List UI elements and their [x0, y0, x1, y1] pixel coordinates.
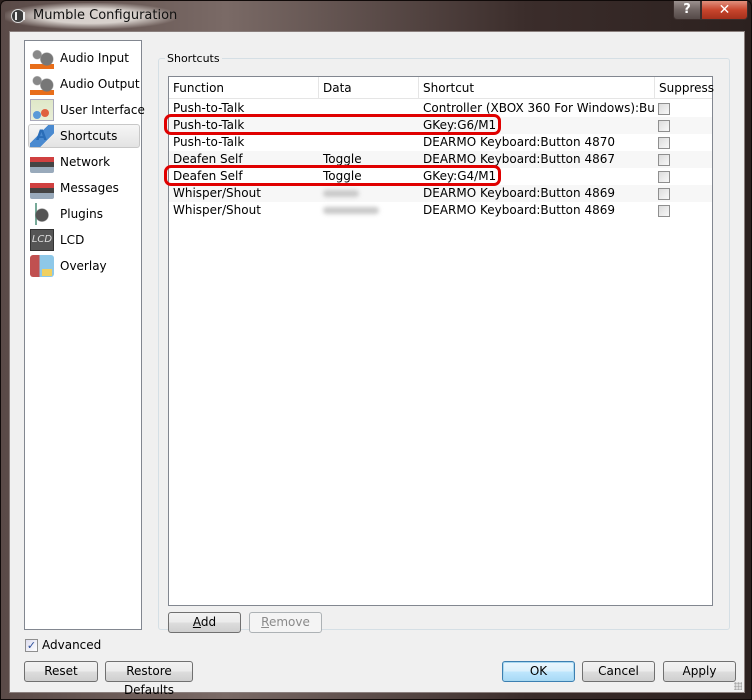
sidebar-item-shortcuts[interactable]: Shortcuts [28, 124, 140, 148]
shortcuts-group-title: Shortcuts [165, 52, 222, 65]
shortcuts-icon [30, 125, 54, 147]
help-button[interactable]: ? [673, 1, 701, 20]
shortcut-cell: Controller (XBOX 360 For Windows):Butto.… [423, 101, 655, 115]
table-row[interactable]: Push-to-Talk DEARMO Keyboard:Button 4870 [169, 134, 712, 151]
function-cell: Whisper/Shout [173, 186, 261, 200]
remove-button-label: Remove [261, 615, 310, 629]
add-button-label: Add [192, 615, 217, 629]
table-row[interactable]: Deafen Self Toggle DEARMO Keyboard:Button … [169, 151, 712, 168]
column-header-shortcut[interactable]: Shortcut [419, 77, 655, 99]
table-row[interactable]: Push-to-Talk Controller (XBOX 360 For Win… [169, 100, 712, 117]
sidebar-item-messages[interactable]: Messages [28, 176, 140, 200]
function-cell: Push-to-Talk [173, 135, 245, 149]
user-interface-icon [30, 99, 54, 121]
shortcut-cell: GKey:G6/M1 [423, 118, 497, 132]
suppress-checkbox[interactable] [658, 120, 670, 132]
suppress-checkbox[interactable] [658, 137, 670, 149]
settings-sidebar: Audio Input Audio Output User Interface Sho… [24, 40, 145, 630]
function-cell: Push-to-Talk [173, 118, 245, 132]
table-row[interactable]: Whisper/Shout DEARMO Keyboard:Button 4869 [169, 202, 712, 219]
table-header: Function Data Shortcut Suppress [169, 77, 714, 99]
overlay-icon [30, 255, 54, 277]
sidebar-item-label: Network [60, 155, 111, 169]
mumble-configuration-window: Mumble Configuration ? ✕ Audio Input Audi… [0, 0, 752, 700]
column-header-suppress[interactable]: Suppress [655, 77, 714, 99]
restore-defaults-button[interactable]: Restore Defaults [105, 661, 193, 697]
ok-button[interactable]: OK [502, 661, 575, 682]
sidebar-item-audio-input[interactable]: Audio Input [28, 46, 140, 70]
sidebar-item-user-interface[interactable]: User Interface [28, 98, 145, 122]
plugins-icon [30, 203, 54, 225]
sidebar-item-audio-output[interactable]: Audio Output [28, 72, 140, 96]
sidebar-item-label: Shortcuts [60, 129, 118, 143]
sidebar-item-label: Plugins [60, 207, 103, 221]
cancel-button[interactable]: Cancel [582, 661, 655, 682]
apply-button[interactable]: Apply [663, 661, 736, 682]
shortcut-cell: DEARMO Keyboard:Button 4869 [423, 203, 615, 217]
audio-output-icon [30, 73, 54, 95]
data-cell [319, 202, 419, 219]
sidebar-item-label: LCD [60, 233, 85, 247]
sidebar-item-label: User Interface [60, 103, 145, 117]
dialog-client-area: Audio Input Audio Output User Interface Sho… [9, 31, 745, 697]
remove-button[interactable]: Remove [249, 612, 322, 633]
close-button[interactable]: ✕ [701, 1, 748, 20]
table-row[interactable]: Push-to-Talk GKey:G6/M1 [169, 117, 712, 134]
advanced-checkbox[interactable]: ✓ [25, 639, 38, 652]
shortcut-cell: GKey:G4/M1 [423, 169, 497, 183]
suppress-checkbox[interactable] [658, 154, 670, 166]
sidebar-item-lcd[interactable]: LCD LCD [28, 228, 140, 252]
shortcut-cell: DEARMO Keyboard:Button 4867 [423, 152, 615, 166]
table-row[interactable]: Deafen Self Toggle GKey:G4/M1 [169, 168, 712, 185]
suppress-checkbox[interactable] [658, 103, 670, 115]
mumble-app-icon [11, 9, 25, 23]
data-cell [319, 117, 419, 134]
function-cell: Deafen Self [173, 152, 243, 166]
sidebar-item-label: Messages [60, 181, 119, 195]
function-cell: Push-to-Talk [173, 101, 245, 115]
shortcut-cell: DEARMO Keyboard:Button 4870 [423, 135, 615, 149]
suppress-checkbox[interactable] [658, 205, 670, 217]
data-cell [319, 100, 419, 117]
sidebar-item-network[interactable]: Network [28, 150, 140, 174]
suppress-checkbox[interactable] [658, 171, 670, 183]
function-cell: Deafen Self [173, 169, 243, 183]
sidebar-item-label: Overlay [60, 259, 107, 273]
messages-icon [30, 177, 54, 199]
data-cell: Toggle [323, 152, 362, 166]
column-header-data[interactable]: Data [319, 77, 419, 99]
redacted-value [323, 190, 359, 197]
sidebar-item-overlay[interactable]: Overlay [28, 254, 140, 278]
column-header-function[interactable]: Function [169, 77, 319, 99]
resize-grip[interactable] [734, 682, 742, 690]
add-button[interactable]: Add [168, 612, 241, 633]
shortcut-cell: DEARMO Keyboard:Button 4869 [423, 186, 615, 200]
audio-input-icon [30, 47, 54, 69]
data-cell: Toggle [323, 169, 362, 183]
lcd-icon: LCD [30, 229, 54, 251]
sidebar-item-label: Audio Input [60, 51, 129, 65]
data-cell [319, 185, 419, 202]
redacted-value [323, 207, 379, 214]
network-icon [30, 151, 54, 173]
sidebar-item-label: Audio Output [60, 77, 140, 91]
function-cell: Whisper/Shout [173, 203, 261, 217]
sidebar-item-plugins[interactable]: Plugins [28, 202, 140, 226]
window-title: Mumble Configuration [33, 8, 178, 23]
advanced-label: Advanced [42, 638, 102, 652]
reset-button[interactable]: Reset [24, 661, 98, 682]
suppress-checkbox[interactable] [658, 188, 670, 200]
title-bar[interactable]: Mumble Configuration ? ✕ [1, 1, 751, 31]
shortcuts-table[interactable]: Function Data Shortcut Suppress Push-to-… [168, 76, 714, 606]
data-cell [319, 134, 419, 151]
table-row[interactable]: Whisper/Shout DEARMO Keyboard:Button 4869 [169, 185, 712, 202]
